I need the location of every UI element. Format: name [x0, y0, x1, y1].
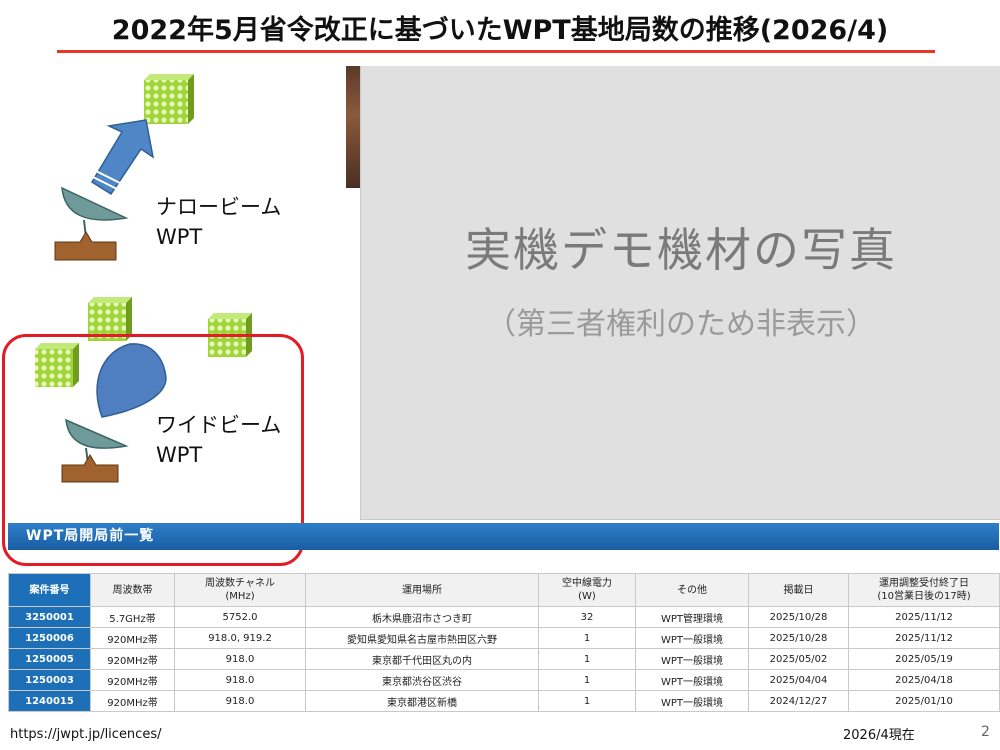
table-cell: 918.0, 919.2	[174, 627, 306, 649]
table-cell: 1	[538, 690, 636, 712]
receiver-cube-narrow	[144, 74, 194, 124]
table-cell: 920MHz帯	[90, 669, 175, 691]
licence-table-header-row: 案件番号 周波数帯 周波数チャネル (MHz) 運用場所 空中線電力 (W) その他 掲載日 運用…	[8, 573, 1000, 607]
case-number-cell[interactable]: 1240015	[8, 690, 91, 712]
narrow-beam-antenna	[54, 186, 129, 261]
case-number-cell[interactable]: 1250005	[8, 648, 91, 670]
case-number-cell[interactable]: 1250003	[8, 669, 91, 691]
case-number-cell[interactable]: 1250006	[8, 627, 91, 649]
licence-table-header-5: その他	[635, 573, 749, 607]
slide-title: 2022年5月省令改正に基づいたWPT基地局数の推移(2026/4)	[111, 15, 889, 46]
table-cell: 1	[538, 648, 636, 670]
licence-table-header-6: 掲載日	[748, 573, 849, 607]
table-cell: 2025/11/12	[848, 627, 1000, 649]
title-underline	[57, 50, 935, 53]
narrow-beam-label: ナロービーム WPT	[156, 192, 281, 252]
table-cell: 2025/04/18	[848, 669, 1000, 691]
page-number: 2	[981, 724, 990, 740]
table-cell: 1	[538, 669, 636, 691]
licence-table: 案件番号 周波数帯 周波数チャネル (MHz) 運用場所 空中線電力 (W) その他 掲載日 運用…	[8, 573, 1000, 712]
beam-diagram: ナロービーム WPT ワイドビーム WPT	[0, 60, 345, 566]
table-cell: 918.0	[174, 669, 306, 691]
table-cell: 2025/10/28	[748, 627, 849, 649]
table-cell: 2025/01/10	[848, 690, 1000, 712]
table-cell: 2025/05/02	[748, 648, 849, 670]
table-cell: WPT一般環境	[635, 627, 749, 649]
table-cell: 5.7GHz帯	[90, 606, 175, 628]
licence-table-header-4: 空中線電力 (W)	[538, 573, 636, 607]
table-row: 3250001 5.7GHz帯 5752.0 栃木県鹿沼市さつき町 32 WPT管理環境 2…	[8, 606, 1000, 628]
table-cell: WPT一般環境	[635, 669, 749, 691]
licence-table-header-7: 運用調整受付終了日 (10営業日後の17時)	[848, 573, 1000, 607]
table-cell: 2025/10/28	[748, 606, 849, 628]
table-cell: WPT管理環境	[635, 606, 749, 628]
licence-table-header-1: 周波数帯	[90, 573, 175, 607]
table-cell: 2025/05/19	[848, 648, 1000, 670]
table-cell: 愛知県愛知県名古屋市熱田区六野	[305, 627, 539, 649]
narrow-beam-label-line1: ナロービーム	[156, 195, 282, 219]
table-cell: 1	[538, 627, 636, 649]
table-cell: 918.0	[174, 690, 306, 712]
case-number-cell[interactable]: 3250001	[8, 606, 91, 628]
licence-table-header-2: 周波数チャネル (MHz)	[174, 573, 306, 607]
table-cell: 栃木県鹿沼市さつき町	[305, 606, 539, 628]
table-row: 1250003 920MHz帯 918.0 東京都渋谷区渋谷 1 WPT一般環境 2025/…	[8, 669, 1000, 691]
narrow-beam-arrow	[90, 119, 155, 196]
source-url[interactable]: https://jwpt.jp/licences/	[10, 727, 161, 742]
photo-placeholder-subtitle: （第三者権利のため非表示）	[486, 307, 876, 342]
table-cell: 920MHz帯	[90, 648, 175, 670]
licence-table-header-0: 案件番号	[8, 573, 91, 607]
licence-list-heading: WPT局開局前一覧	[8, 523, 999, 550]
table-cell: 2025/04/04	[748, 669, 849, 691]
as-of-date: 2026/4現在	[843, 728, 915, 743]
table-cell: 5752.0	[174, 606, 306, 628]
table-cell: 東京都千代田区丸の内	[305, 648, 539, 670]
table-cell: 918.0	[174, 648, 306, 670]
table-row: 1240015 920MHz帯 918.0 東京都港区新橋 1 WPT一般環境 2024/1…	[8, 690, 1000, 712]
licence-table-body: 3250001 5.7GHz帯 5752.0 栃木県鹿沼市さつき町 32 WPT管理環境 2…	[8, 606, 1000, 712]
table-row: 1250006 920MHz帯 918.0, 919.2 愛知県愛知県名古屋市熱田区六…	[8, 627, 1000, 649]
photo-placeholder: 実機デモ機材の写真 （第三者権利のため非表示）	[360, 66, 1000, 520]
table-cell: 2025/11/12	[848, 606, 1000, 628]
narrow-beam-label-line2: WPT	[156, 225, 203, 249]
table-cell: 東京都港区新橋	[305, 690, 539, 712]
table-cell: WPT一般環境	[635, 690, 749, 712]
table-row: 1250005 920MHz帯 918.0 東京都千代田区丸の内 1 WPT一般環境 202…	[8, 648, 1000, 670]
table-cell: 920MHz帯	[90, 690, 175, 712]
table-cell: 920MHz帯	[90, 627, 175, 649]
licence-table-header-3: 運用場所	[305, 573, 539, 607]
photo-placeholder-title: 実機デモ機材の写真	[465, 223, 897, 277]
table-cell: 東京都渋谷区渋谷	[305, 669, 539, 691]
photo-edge	[346, 66, 360, 188]
table-cell: WPT一般環境	[635, 648, 749, 670]
table-cell: 32	[538, 606, 636, 628]
table-cell: 2024/12/27	[748, 690, 849, 712]
